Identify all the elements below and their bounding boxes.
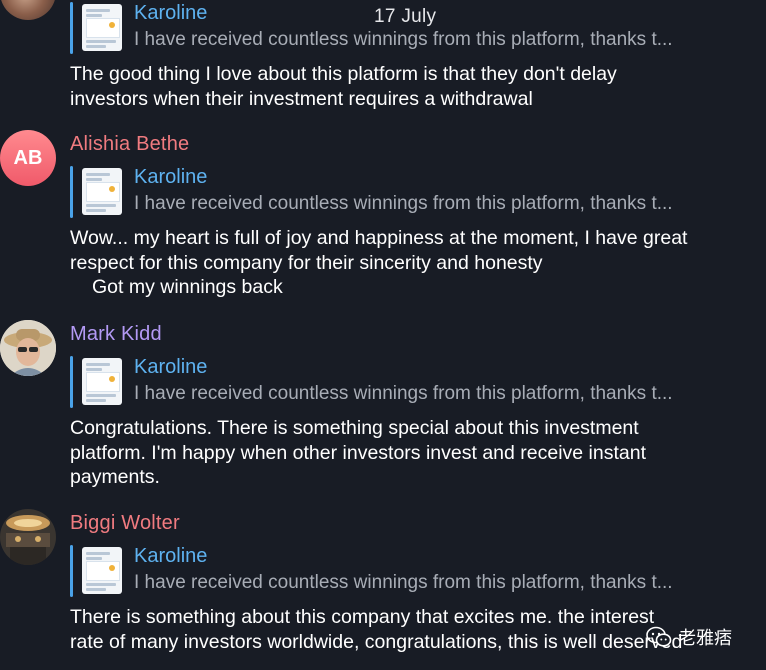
avatar-photo — [0, 320, 56, 376]
reply-preview[interactable]: Karoline I have received countless winni… — [70, 356, 740, 408]
sender-name[interactable]: Biggi Wolter — [70, 512, 180, 535]
avatar[interactable] — [0, 0, 56, 20]
message-body: Wow... my heart is full of joy and happi… — [70, 226, 740, 300]
reply-snippet: I have received countless winnings from … — [134, 572, 673, 593]
avatar[interactable]: AB — [0, 130, 56, 186]
message-line: There is something about this company th… — [70, 606, 655, 628]
message-body: There is something about this company th… — [70, 605, 740, 654]
watermark-text: 老雅痞 — [678, 628, 732, 648]
message-line: Got my winnings back — [92, 276, 283, 298]
reply-snippet: I have received countless winnings from … — [134, 383, 673, 404]
message-line: Wow... my heart is full of joy and happi… — [70, 227, 688, 249]
reply-preview[interactable]: Karoline I have received countless winni… — [70, 545, 740, 597]
reply-bar — [70, 356, 73, 408]
message-line: payments. — [70, 466, 160, 488]
watermark: 老雅痞 — [646, 624, 732, 650]
avatar[interactable] — [0, 320, 56, 376]
reply-author: Karoline — [134, 545, 208, 567]
reply-author: Karoline — [134, 166, 208, 188]
reply-author: Karoline — [134, 356, 208, 378]
reply-bar — [70, 166, 73, 218]
reply-snippet: I have received countless winnings from … — [134, 29, 673, 50]
reply-bar — [70, 2, 73, 54]
reply-author: Karoline — [134, 2, 208, 24]
reply-thumbnail — [82, 4, 122, 51]
avatar-initials: AB — [13, 146, 43, 169]
message-line: respect for this company for their since… — [70, 251, 543, 274]
avatar[interactable] — [0, 509, 56, 565]
message-line: investors when their investment requires… — [70, 87, 533, 110]
message-body: Congratulations. There is something spec… — [70, 416, 740, 490]
message-line: Congratulations. There is something spec… — [70, 417, 639, 439]
reply-thumbnail — [82, 547, 122, 594]
message-body: The good thing I love about this platfor… — [70, 62, 740, 111]
sender-name[interactable]: Mark Kidd — [70, 323, 162, 346]
wechat-icon — [646, 626, 672, 647]
avatar-photo — [0, 509, 56, 565]
message-line: The good thing I love about this platfor… — [70, 63, 617, 85]
chat-view: 17 July Karoline I have received countle… — [0, 0, 766, 670]
reply-preview[interactable]: Karoline I have received countless winni… — [70, 166, 740, 218]
reply-snippet: I have received countless winnings from … — [134, 193, 673, 214]
reply-bar — [70, 545, 73, 597]
message-line: platform. I'm happy when other investors… — [70, 441, 647, 464]
sender-name[interactable]: Alishia Bethe — [70, 133, 189, 156]
reply-thumbnail — [82, 358, 122, 405]
reply-thumbnail — [82, 168, 122, 215]
message-line: rate of many investors worldwide, congra… — [70, 630, 683, 653]
reply-preview[interactable]: Karoline I have received countless winni… — [70, 2, 740, 54]
